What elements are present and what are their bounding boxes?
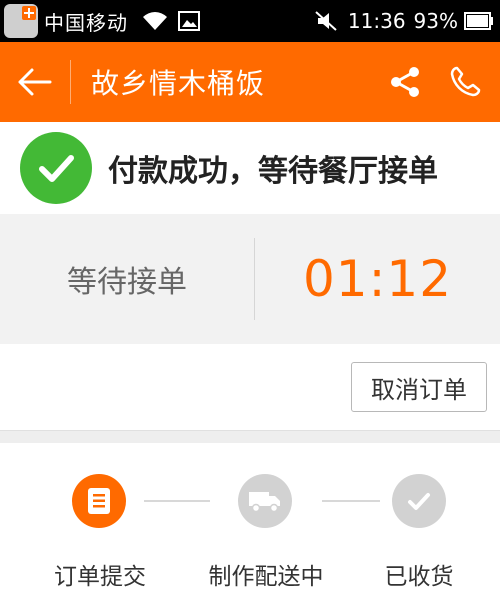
- section-separator: [0, 430, 500, 443]
- restaurant-name-title: 故乡情木桶饭: [91, 67, 266, 100]
- back-arrow-icon: [18, 68, 52, 96]
- cancel-order-button[interactable]: 取消订单: [351, 362, 487, 412]
- clock-time: 11:36: [347, 9, 406, 33]
- progress-line: [322, 500, 380, 502]
- header-divider: [70, 60, 71, 104]
- app-header: 故乡情木桶饭: [0, 42, 500, 122]
- payment-success-row: 付款成功，等待餐厅接单: [0, 122, 500, 214]
- success-check-icon: [20, 132, 92, 204]
- phone-icon: [450, 66, 481, 97]
- order-status-screen: 中国移动 11:36 93% 故乡情木桶饭 付款成功，等待餐厅接单 等待接单 0…: [0, 0, 500, 611]
- progress-line: [144, 500, 210, 502]
- battery-percent: 93%: [413, 9, 458, 33]
- countdown-timer: 01:12: [302, 250, 453, 308]
- step-label-delivering: 制作配送中: [208, 564, 324, 590]
- share-button[interactable]: [380, 42, 430, 122]
- battery-icon: [464, 12, 493, 30]
- back-button[interactable]: [0, 42, 70, 122]
- check-icon: [392, 474, 446, 528]
- mute-icon: [315, 11, 337, 31]
- status-bar: 中国移动 11:36 93%: [0, 0, 500, 42]
- call-button[interactable]: [430, 42, 500, 122]
- step-label-received: 已收货: [384, 564, 454, 590]
- carrier-name: 中国移动: [44, 10, 128, 35]
- share-icon: [391, 67, 419, 97]
- waiting-panel: 等待接单 01:12: [0, 214, 500, 344]
- step-label-submitted: 订单提交: [54, 564, 146, 590]
- document-icon: [72, 474, 126, 528]
- payment-success-message: 付款成功，等待餐厅接单: [108, 154, 438, 189]
- image-notification-icon: [178, 11, 200, 31]
- app-notification-icon: [4, 4, 38, 38]
- wifi-icon: [143, 12, 167, 30]
- truck-icon: [238, 474, 292, 528]
- waiting-label: 等待接单: [67, 265, 187, 300]
